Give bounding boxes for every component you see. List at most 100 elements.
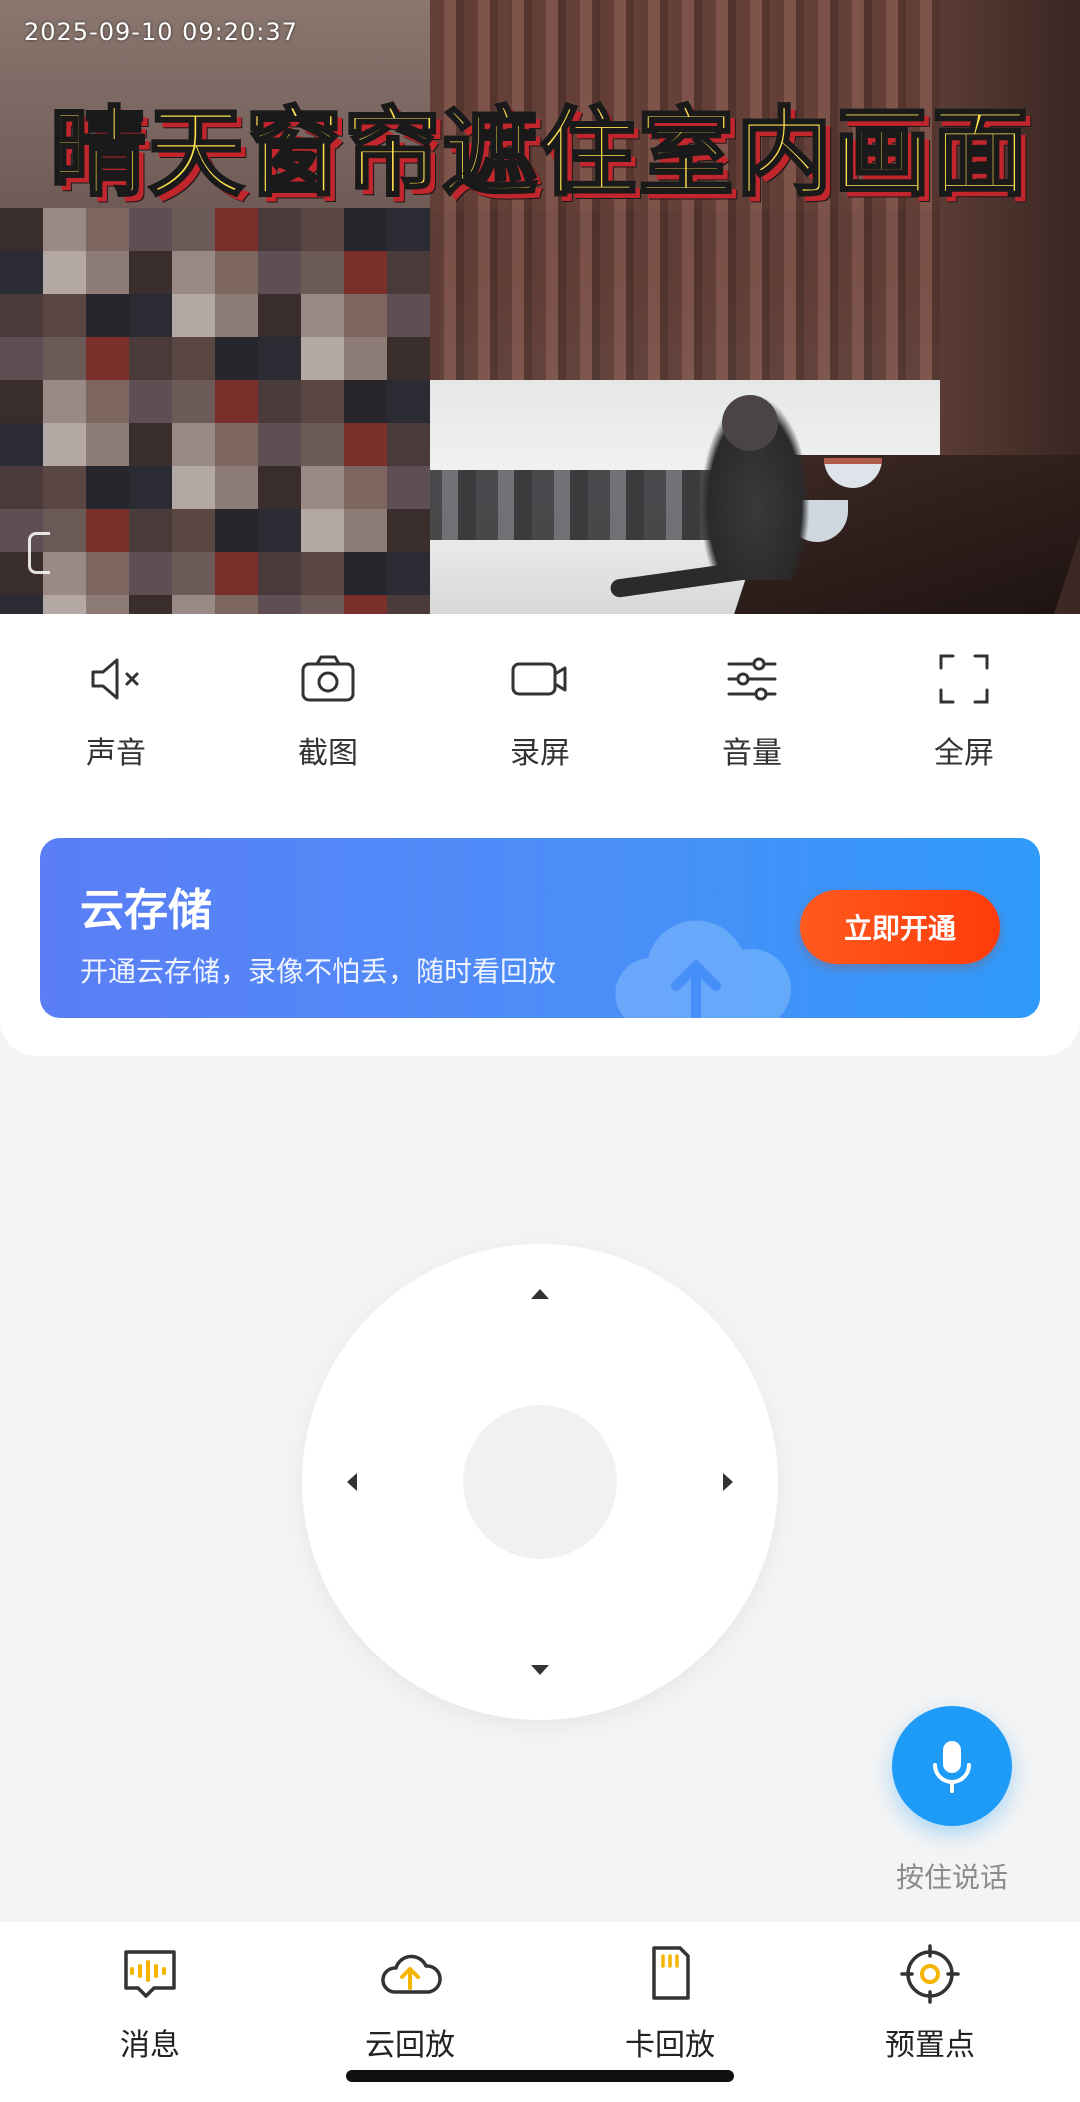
mosaic-cell bbox=[387, 509, 430, 552]
mosaic-cell bbox=[43, 595, 86, 614]
cloud-storage-subtitle: 开通云存储，录像不怕丢，随时看回放 bbox=[80, 955, 557, 988]
mosaic-cell bbox=[344, 294, 387, 337]
mosaic-cell bbox=[344, 552, 387, 595]
mosaic-cell bbox=[301, 294, 344, 337]
mosaic-cell bbox=[129, 380, 172, 423]
mosaic-cell bbox=[86, 509, 129, 552]
volume-label: 音量 bbox=[722, 736, 782, 771]
ptz-center-button[interactable] bbox=[463, 1405, 617, 1559]
mosaic-cell bbox=[301, 466, 344, 509]
mosaic-cell bbox=[258, 466, 301, 509]
mosaic-cell bbox=[172, 552, 215, 595]
pip-bracket-icon[interactable] bbox=[28, 532, 50, 574]
microphone-icon bbox=[933, 1741, 971, 1793]
mosaic-cell bbox=[86, 380, 129, 423]
mosaic-cell bbox=[172, 208, 215, 251]
mosaic-cell bbox=[387, 251, 430, 294]
mosaic-cell bbox=[344, 423, 387, 466]
cloud-storage-promo-card[interactable]: 云存储 开通云存储，录像不怕丢，随时看回放 立即开通 bbox=[40, 838, 1040, 1018]
mosaic-cell bbox=[129, 423, 172, 466]
mosaic-cell bbox=[387, 552, 430, 595]
triangle-up-icon bbox=[531, 1289, 549, 1299]
mosaic-cell bbox=[387, 380, 430, 423]
mosaic-cell bbox=[215, 595, 258, 614]
mosaic-cell bbox=[172, 509, 215, 552]
mosaic-cell bbox=[43, 337, 86, 380]
mosaic-cell bbox=[0, 423, 43, 466]
activate-now-button[interactable]: 立即开通 bbox=[800, 890, 1000, 964]
mosaic-cell bbox=[43, 466, 86, 509]
mosaic-cell bbox=[387, 466, 430, 509]
mosaic-cell bbox=[344, 337, 387, 380]
camera-icon bbox=[301, 655, 355, 702]
sd-card-icon bbox=[652, 1946, 690, 2000]
mosaic-cell bbox=[258, 251, 301, 294]
mosaic-cell bbox=[344, 251, 387, 294]
ptz-direction-pad[interactable] bbox=[302, 1244, 778, 1720]
mosaic-cell bbox=[301, 337, 344, 380]
mosaic-cell bbox=[258, 294, 301, 337]
mosaic-cell bbox=[0, 294, 43, 337]
camera-video-feed[interactable]: 2025-09-10 09:20:37 晴天窗帘遮住室内画面 bbox=[0, 0, 1080, 614]
mosaic-cell bbox=[86, 208, 129, 251]
nav-item-presets[interactable]: 预置点 bbox=[830, 1922, 1030, 2102]
mosaic-cell bbox=[0, 337, 43, 380]
mosaic-cell bbox=[172, 294, 215, 337]
volume-button[interactable]: 音量 bbox=[662, 648, 842, 778]
mosaic-cell bbox=[86, 595, 129, 614]
message-icon bbox=[124, 1950, 176, 1998]
target-icon bbox=[900, 1944, 960, 2004]
video-scene-cat-head bbox=[722, 395, 778, 451]
mosaic-cell bbox=[301, 509, 344, 552]
mosaic-cell bbox=[215, 466, 258, 509]
mosaic-cell bbox=[129, 595, 172, 614]
mosaic-cell bbox=[215, 552, 258, 595]
mosaic-cell bbox=[258, 595, 301, 614]
home-indicator[interactable] bbox=[346, 2070, 734, 2082]
mosaic-cell bbox=[387, 208, 430, 251]
mosaic-cell bbox=[43, 380, 86, 423]
mosaic-cell bbox=[215, 423, 258, 466]
mosaic-cell bbox=[344, 380, 387, 423]
triangle-right-icon bbox=[723, 1473, 733, 1491]
ptz-down-button[interactable] bbox=[520, 1650, 560, 1690]
mosaic-cell bbox=[43, 423, 86, 466]
mosaic-cell bbox=[0, 466, 43, 509]
mosaic-cell bbox=[86, 337, 129, 380]
mosaic-cell bbox=[172, 251, 215, 294]
video-caption-overlay: 晴天窗帘遮住室内画面 bbox=[49, 97, 1030, 210]
mosaic-cell bbox=[0, 595, 43, 614]
triangle-down-icon bbox=[531, 1665, 549, 1675]
screenshot-button[interactable]: 截图 bbox=[238, 648, 418, 778]
sound-button[interactable]: 声音 bbox=[26, 648, 206, 778]
mosaic-cell bbox=[258, 208, 301, 251]
privacy-mosaic bbox=[0, 208, 430, 614]
mosaic-cell bbox=[129, 208, 172, 251]
mosaic-cell bbox=[387, 423, 430, 466]
ptz-right-button[interactable] bbox=[708, 1462, 748, 1502]
ptz-left-button[interactable] bbox=[332, 1462, 372, 1502]
nav-label-presets: 预置点 bbox=[885, 2028, 975, 2063]
nav-label-messages: 消息 bbox=[120, 2028, 180, 2063]
mosaic-cell bbox=[0, 380, 43, 423]
mosaic-cell bbox=[172, 423, 215, 466]
nav-item-messages[interactable]: 消息 bbox=[50, 1922, 250, 2102]
cloud-storage-title: 云存储 bbox=[80, 885, 212, 936]
sound-label: 声音 bbox=[86, 736, 146, 771]
ptz-up-button[interactable] bbox=[520, 1274, 560, 1314]
record-button[interactable]: 录屏 bbox=[450, 648, 630, 778]
mosaic-cell bbox=[258, 509, 301, 552]
mosaic-cell bbox=[344, 509, 387, 552]
control-panel: 声音 截图 录屏 音量 全屏 云存储 开通云存储，录像不怕丢，随时看回放 立即开… bbox=[0, 614, 1080, 1056]
triangle-left-icon bbox=[347, 1473, 357, 1491]
mosaic-cell bbox=[129, 509, 172, 552]
mosaic-cell bbox=[301, 208, 344, 251]
fullscreen-icon bbox=[939, 654, 989, 704]
push-to-talk-button[interactable] bbox=[892, 1706, 1012, 1826]
mosaic-cell bbox=[344, 208, 387, 251]
fullscreen-button[interactable]: 全屏 bbox=[874, 648, 1054, 778]
mosaic-cell bbox=[215, 509, 258, 552]
mosaic-cell bbox=[301, 380, 344, 423]
mosaic-cell bbox=[86, 294, 129, 337]
record-label: 录屏 bbox=[510, 736, 570, 771]
